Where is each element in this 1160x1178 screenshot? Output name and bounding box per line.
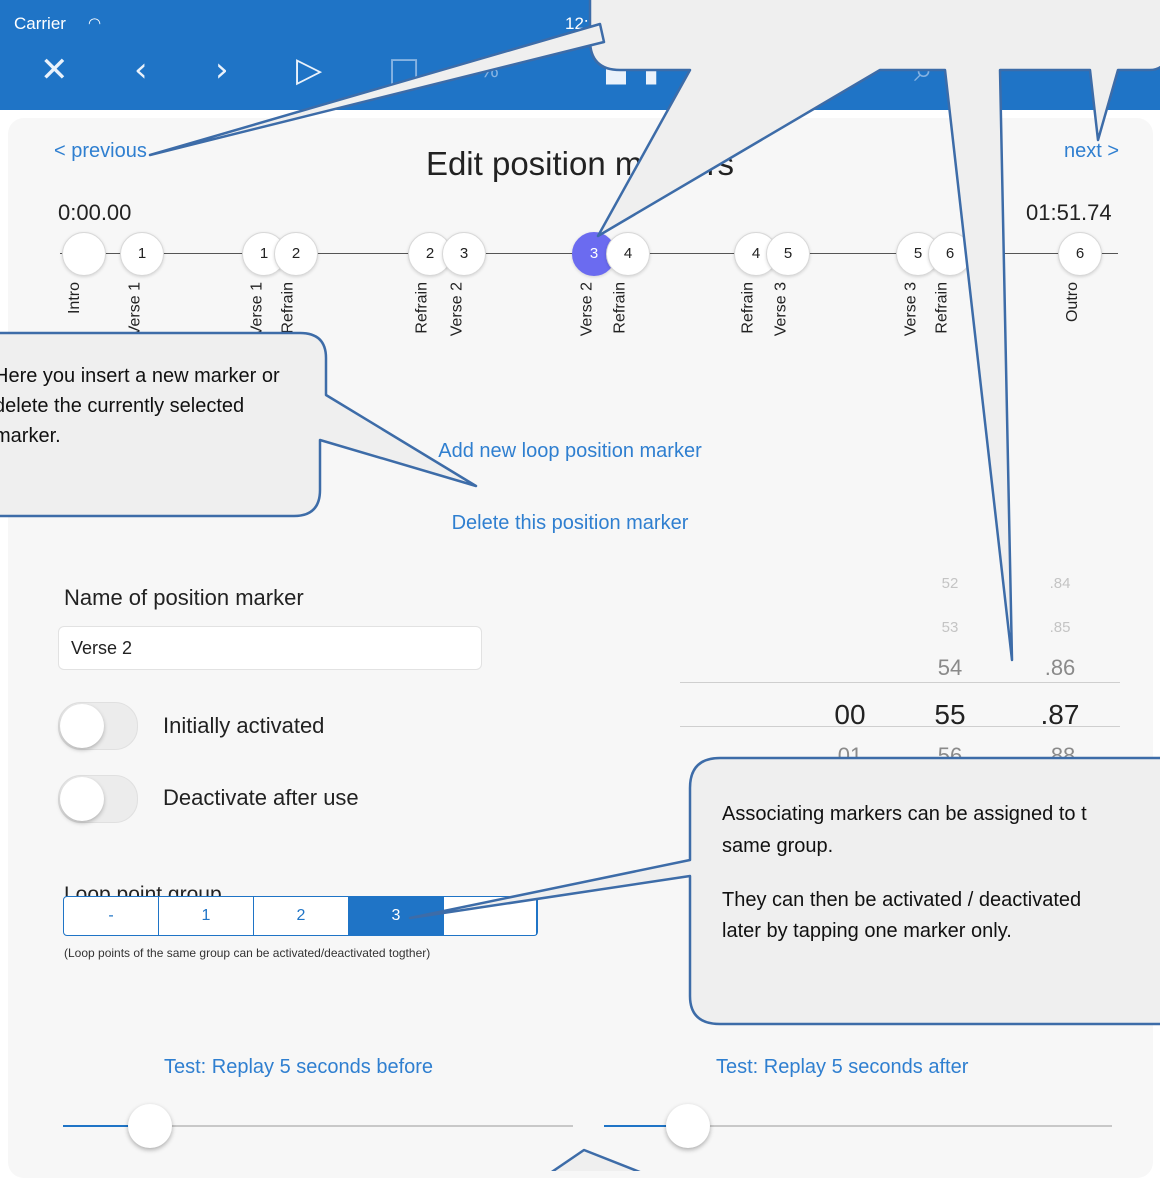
annotation-overlay [0, 0, 1160, 1171]
group-callout-line3: They can then be activated / deactivated [722, 889, 1082, 911]
group-callout-line2: same group. [722, 835, 834, 857]
group-callout-line4: later by tapping one marker only. [722, 920, 1012, 942]
previous-pointer [148, 22, 606, 157]
bottom-pointer [550, 1148, 641, 1171]
top-callout-shape [588, 0, 1160, 662]
insert-callout-text: Here you insert a new marker or delete t… [0, 365, 280, 447]
group-callout-line1: Associating markers can be assigned to t [722, 803, 1087, 825]
